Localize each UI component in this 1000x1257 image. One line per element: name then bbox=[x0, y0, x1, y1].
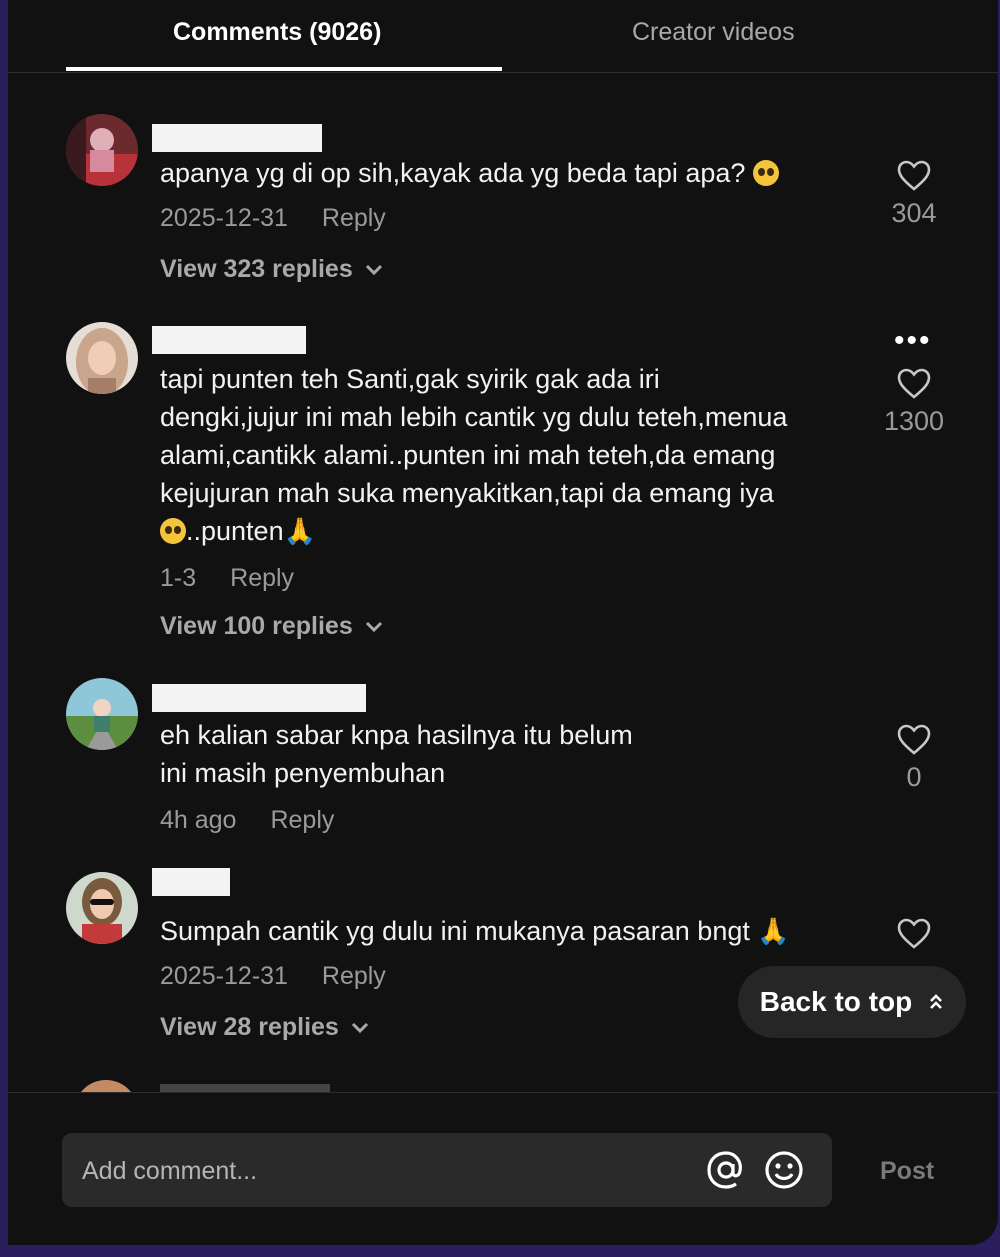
active-tab-indicator bbox=[66, 67, 502, 71]
comment-meta: 1-3 Reply bbox=[160, 564, 328, 593]
username-redacted[interactable] bbox=[152, 684, 366, 712]
chevron-down-icon bbox=[365, 622, 382, 633]
reply-button[interactable]: Reply bbox=[322, 962, 386, 990]
avatar[interactable] bbox=[66, 114, 138, 186]
comments-panel: Comments (9026) Creator videos apanya yg… bbox=[8, 0, 998, 1245]
like-count: 0 bbox=[906, 762, 922, 792]
view-replies-label: View 323 replies bbox=[160, 255, 353, 283]
view-replies-label: View 100 replies bbox=[160, 612, 353, 640]
avatar[interactable] bbox=[66, 678, 138, 750]
comment-input[interactable] bbox=[80, 1155, 684, 1187]
view-replies-label: View 28 replies bbox=[160, 1013, 339, 1041]
like-button[interactable]: 1300 bbox=[868, 368, 960, 437]
reply-button[interactable]: Reply bbox=[230, 564, 294, 592]
folded-hands-emoji: 🙏 bbox=[757, 916, 790, 946]
double-chevron-up-icon bbox=[930, 994, 943, 1009]
view-replies-button[interactable]: View 323 replies bbox=[160, 255, 383, 284]
emoji-icon[interactable] bbox=[764, 1150, 804, 1190]
chevron-down-icon bbox=[351, 1023, 368, 1034]
comment-date: 1-3 bbox=[160, 564, 197, 592]
comment-text: tapi punten teh Santi,gak syirik gak ada… bbox=[160, 360, 870, 550]
like-button[interactable] bbox=[868, 918, 960, 950]
reply-button[interactable]: Reply bbox=[322, 204, 386, 232]
comment-meta: 4h ago Reply bbox=[160, 806, 368, 835]
folded-hands-emoji: 🙏 bbox=[283, 516, 316, 546]
comment-composer: Post bbox=[8, 1092, 998, 1245]
comment-text: Sumpah cantik yg dulu ini mukanya pasara… bbox=[160, 912, 870, 950]
comment-meta: 2025-12-31 Reply bbox=[160, 204, 420, 233]
comment-date: 4h ago bbox=[160, 806, 237, 834]
chevron-down-icon bbox=[365, 265, 382, 276]
comment-meta: 2025-12-31 Reply bbox=[160, 962, 420, 991]
like-button[interactable]: 304 bbox=[868, 160, 960, 229]
view-replies-button[interactable]: View 100 replies bbox=[160, 612, 383, 641]
tab-comments[interactable]: Comments (9026) bbox=[173, 18, 381, 47]
like-count: 1300 bbox=[883, 406, 945, 436]
comment-text: apanya yg di op sih,kayak ada yg beda ta… bbox=[160, 154, 870, 192]
username-redacted[interactable] bbox=[152, 868, 230, 896]
comment-date: 2025-12-31 bbox=[160, 204, 288, 232]
like-count: 304 bbox=[891, 198, 937, 228]
heart-icon bbox=[897, 160, 931, 191]
comment-date: 2025-12-31 bbox=[160, 962, 288, 990]
avatar[interactable] bbox=[66, 322, 138, 394]
tab-bar: Comments (9026) Creator videos bbox=[8, 0, 998, 73]
view-replies-button[interactable]: View 28 replies bbox=[160, 1013, 369, 1042]
pleading-face-emoji bbox=[752, 160, 779, 186]
comment-text: eh kalian sabar knpa hasilnya itu belum … bbox=[160, 720, 633, 788]
mention-icon[interactable] bbox=[706, 1150, 746, 1190]
avatar[interactable] bbox=[66, 872, 138, 944]
heart-icon bbox=[897, 368, 931, 399]
back-to-top-label: Back to top bbox=[759, 986, 913, 1017]
username-redacted[interactable] bbox=[152, 124, 322, 152]
pleading-face-emoji bbox=[160, 518, 186, 544]
like-button[interactable]: 0 bbox=[868, 724, 960, 793]
back-to-top-button[interactable]: Back to top bbox=[738, 966, 966, 1038]
more-options-icon[interactable]: ••• bbox=[894, 324, 932, 358]
heart-icon bbox=[897, 724, 931, 755]
reply-button[interactable]: Reply bbox=[270, 806, 334, 834]
heart-icon bbox=[897, 918, 931, 949]
tab-creator-videos[interactable]: Creator videos bbox=[632, 18, 795, 47]
post-button[interactable]: Post bbox=[880, 1157, 934, 1186]
comment-input-box[interactable] bbox=[62, 1133, 832, 1207]
username-redacted[interactable] bbox=[152, 326, 306, 354]
